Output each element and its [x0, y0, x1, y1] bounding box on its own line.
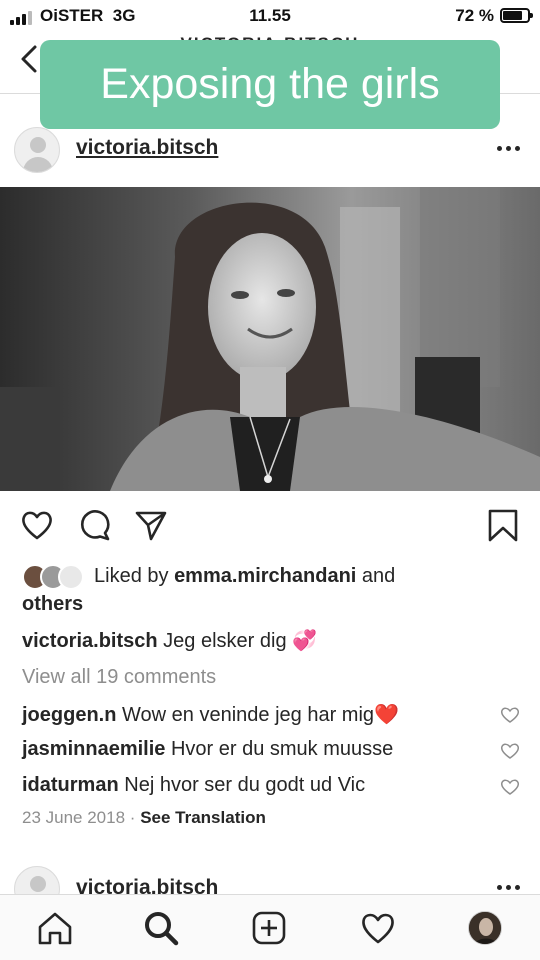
comment-item: idaturman Nej hvor ser du godt ud Vic — [22, 774, 365, 797]
post-date: 23 June 2018 · See Translation — [22, 808, 266, 828]
likes-summary[interactable]: Liked by emma.mirchandani and others — [22, 562, 522, 618]
like-comment-heart-icon[interactable] — [500, 778, 520, 796]
ellipsis-icon[interactable] — [497, 885, 520, 890]
liker-avatars — [22, 563, 86, 590]
comment-icon[interactable] — [78, 508, 112, 542]
activity-heart-icon[interactable] — [359, 909, 397, 947]
ellipsis-icon[interactable] — [497, 146, 520, 151]
caption-username[interactable]: victoria.bitsch — [22, 630, 158, 652]
comment-item: jasminnaemilie Hvor er du smuk muusse — [22, 738, 393, 761]
heart-icon[interactable] — [20, 508, 54, 542]
post-username[interactable]: victoria.bitsch — [76, 136, 218, 160]
battery-icon — [500, 8, 533, 23]
comment-username[interactable]: idaturman — [22, 774, 119, 796]
post-date-text: 23 June 2018 — [22, 808, 126, 827]
avatar[interactable] — [14, 127, 60, 173]
likes-prefix: Liked by — [94, 565, 175, 587]
bookmark-icon[interactable] — [486, 508, 520, 542]
share-icon[interactable] — [134, 508, 168, 542]
home-icon[interactable] — [36, 909, 74, 947]
profile-avatar[interactable] — [468, 911, 502, 945]
caption-text: Jeg elsker dig — [163, 630, 287, 652]
likes-others[interactable]: others — [22, 593, 83, 615]
post-caption: victoria.bitsch Jeg elsker dig 💞 — [22, 628, 317, 653]
battery-percent: 72 % — [455, 6, 494, 25]
comment-emoji: ❤️ — [374, 704, 399, 726]
next-post-header: victoria.bitsch — [0, 860, 540, 896]
post-photo[interactable] — [0, 187, 540, 491]
comment-username[interactable]: joeggen.n — [22, 704, 116, 726]
view-all-comments-link[interactable]: View all 19 comments — [22, 666, 216, 689]
comment-text: Nej hvor ser du godt ud Vic — [124, 774, 366, 796]
caption-emoji: 💞 — [292, 630, 318, 652]
liker-username[interactable]: emma.mirchandani — [174, 565, 356, 587]
date-separator: · — [129, 808, 136, 827]
add-post-icon[interactable] — [250, 909, 288, 947]
post-actions — [0, 500, 540, 550]
like-comment-heart-icon[interactable] — [500, 742, 520, 760]
avatar[interactable] — [14, 866, 60, 896]
see-translation-link[interactable]: See Translation — [140, 808, 266, 827]
search-icon[interactable] — [142, 909, 180, 947]
comment-text: Hvor er du smuk muusse — [170, 738, 394, 760]
likes-and: and — [356, 565, 396, 587]
status-bar: OiSTER 3G 11.55 72 % — [0, 0, 540, 32]
bottom-tab-bar — [0, 894, 540, 960]
comment-item: joeggen.n Wow en veninde jeg har mig❤️ — [22, 702, 399, 727]
next-post-username[interactable]: victoria.bitsch — [76, 876, 218, 896]
comment-username[interactable]: jasminnaemilie — [22, 738, 165, 760]
like-comment-heart-icon[interactable] — [500, 706, 520, 724]
post-header: victoria.bitsch — [0, 115, 540, 187]
comment-text: Wow en veninde jeg har mig — [122, 704, 375, 726]
